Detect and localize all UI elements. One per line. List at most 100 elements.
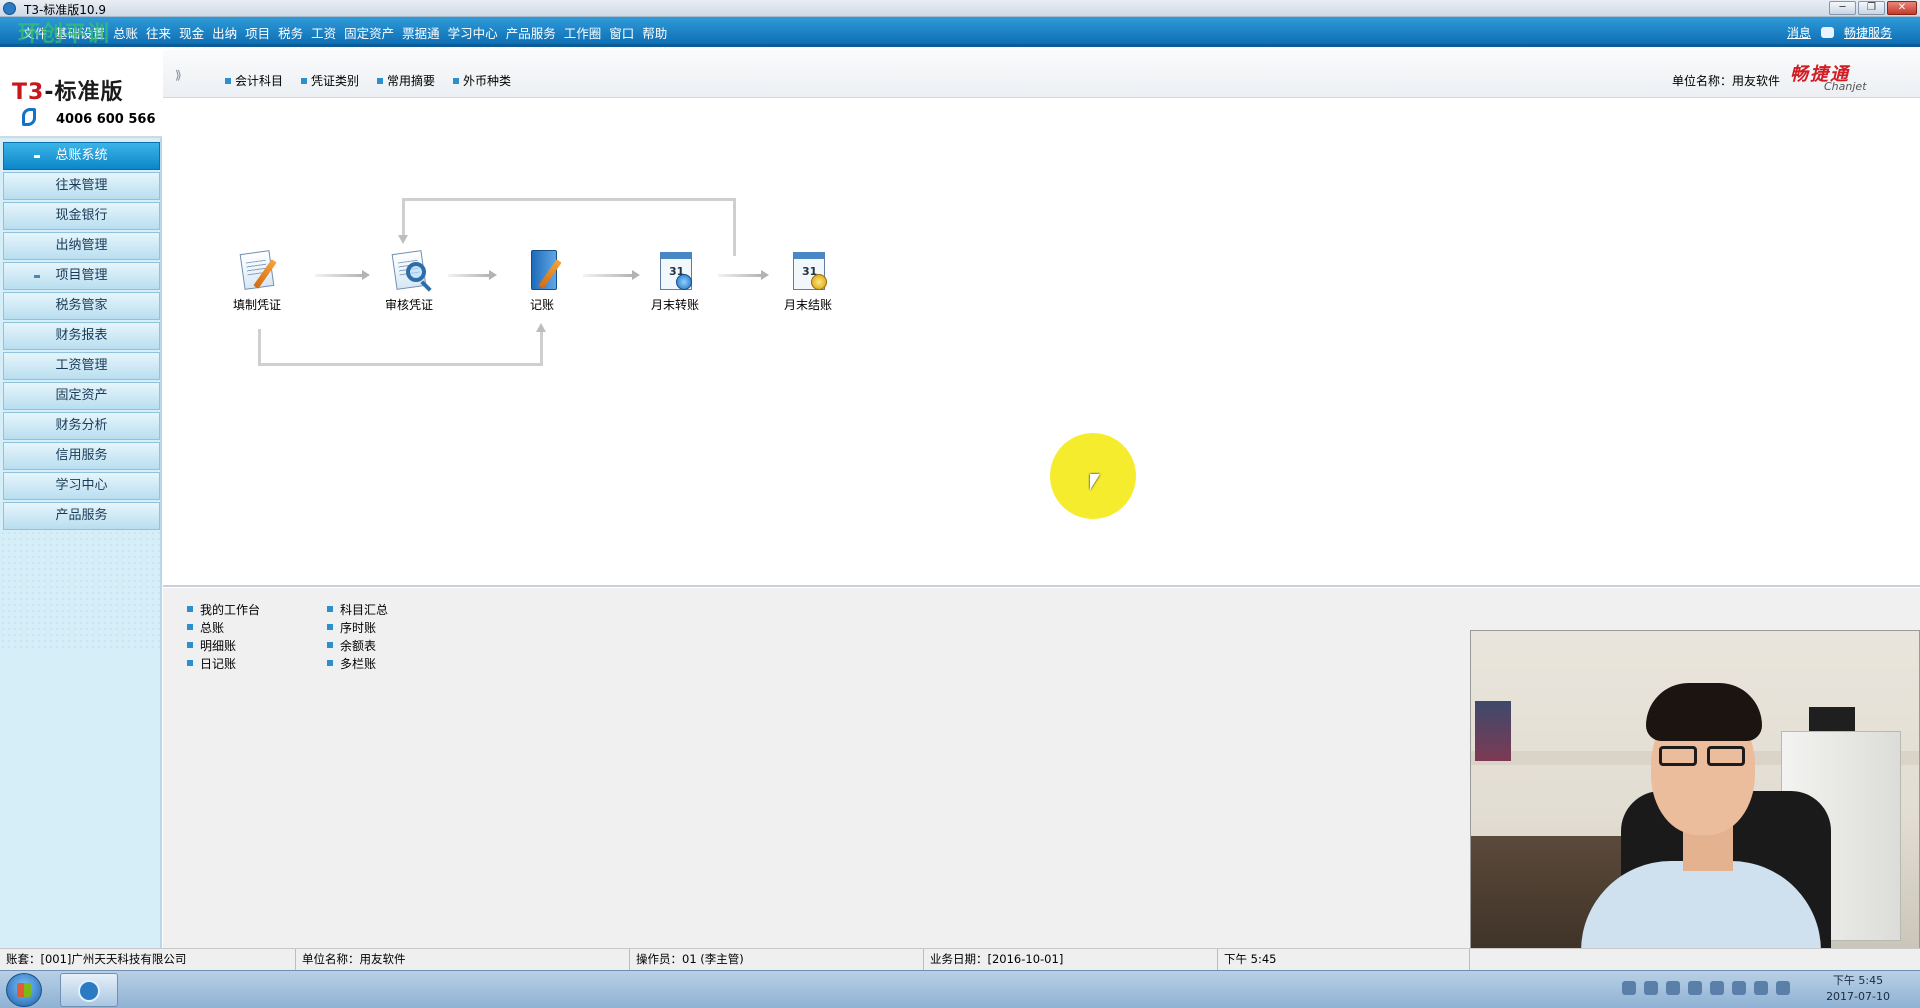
sidebar-item[interactable]: 往来管理	[3, 172, 160, 200]
sidebar-item-label: 固定资产	[55, 388, 108, 403]
menu-bar: 文件 基础设置 总账 往来 现金 出纳 项目 税务 工资 固定资产 票据通 学习中心 产品服务 工作圈 窗口…	[0, 17, 1920, 47]
status-business-date: 业务日期：[2016-10-01]	[924, 949, 1218, 971]
sidebar-item[interactable]: 出纳管理	[3, 232, 160, 260]
sync-icon[interactable]	[1688, 981, 1702, 995]
sidebar-item[interactable]: 学习中心	[3, 472, 160, 500]
workflow-area: 填制凭证 审核凭证 记账 月末转账 月末结账	[163, 99, 1920, 587]
quick-link[interactable]: 日记账	[187, 654, 260, 672]
sidebar-item[interactable]: 现金银行	[3, 202, 160, 230]
sidebar-item[interactable]: 产品服务	[3, 502, 160, 530]
quick-link[interactable]: 余额表	[327, 636, 388, 654]
menu-right-links: 消息 畅捷服务	[1787, 17, 1892, 47]
start-button[interactable]	[6, 973, 42, 1007]
status-operator: 操作员：01 (李主管)	[630, 949, 924, 971]
sidebar-item-label: 税务管家	[55, 298, 108, 313]
text-icon[interactable]	[1666, 981, 1680, 995]
menu-item[interactable]: 现金	[179, 23, 204, 42]
sidebar-item-label: 出纳管理	[55, 238, 108, 253]
menu-item[interactable]: 窗口	[609, 23, 634, 42]
phone-icon	[22, 108, 36, 126]
sidebar-item[interactable]: 信用服务	[3, 442, 160, 470]
menu-item[interactable]: 往来	[146, 23, 171, 42]
volume-icon[interactable]	[1776, 981, 1790, 995]
menu-item[interactable]: 固定资产	[344, 23, 394, 42]
webcam-overlay	[1470, 630, 1920, 970]
close-button[interactable]: ✕	[1887, 1, 1917, 15]
quick-link[interactable]: 明细账	[187, 636, 260, 654]
unit-name-label: 单位名称：用友软件	[1671, 74, 1780, 88]
sidebar-item-label: 项目管理	[55, 268, 108, 283]
toolbar-tool[interactable]: 凭证类别	[301, 72, 359, 89]
chanjet-service-link[interactable]: 畅捷服务	[1844, 24, 1892, 41]
device-icon[interactable]	[1732, 981, 1746, 995]
sidebar-item-label: 往来管理	[55, 178, 108, 193]
flow-node-month-end-transfer[interactable]: 月末转账	[630, 248, 720, 313]
quick-links-column-2: 科目汇总 序时账 余额表 多栏账	[327, 600, 388, 672]
quick-link[interactable]: 多栏账	[327, 654, 388, 672]
sidebar-pattern	[0, 530, 162, 650]
menu-item[interactable]: 总账	[113, 23, 138, 42]
connector-line	[402, 198, 405, 238]
quick-link[interactable]: 我的工作台	[187, 600, 260, 618]
restore-button[interactable]: ❐	[1858, 1, 1885, 15]
toolbar-tool[interactable]: 常用摘要	[377, 72, 435, 89]
minimize-button[interactable]: ─	[1829, 1, 1856, 15]
menu-item[interactable]: 出纳	[212, 23, 237, 42]
system-clock[interactable]: 下午 5:45 2017-07-10	[1826, 973, 1890, 1005]
bullet-icon	[327, 624, 333, 630]
toolbar-tool[interactable]: 会计科目	[225, 72, 283, 89]
menu-item[interactable]: 税务	[278, 23, 303, 42]
pen-icon[interactable]	[1644, 981, 1658, 995]
post-ledger-icon	[519, 248, 565, 294]
sidebar-item[interactable]: 税务管家	[3, 292, 160, 320]
review-voucher-icon	[386, 248, 432, 294]
os-taskbar: 下午 5:45 2017-07-10	[0, 970, 1920, 1008]
network-icon[interactable]	[1754, 981, 1768, 995]
menu-item[interactable]: 票据通	[402, 23, 440, 42]
taskbar-app-t3[interactable]	[60, 973, 118, 1007]
sidebar-item[interactable]: 财务报表	[3, 322, 160, 350]
quick-link[interactable]: 序时账	[327, 618, 388, 636]
sidebar-item[interactable]: 固定资产	[3, 382, 160, 410]
collapse-sidebar-icon[interactable]: ⟫	[175, 68, 182, 82]
sidebar-item[interactable]: 财务分析	[3, 412, 160, 440]
menu-item[interactable]: 学习中心	[448, 23, 498, 42]
connector-line	[402, 198, 733, 201]
menu-item[interactable]: 产品服务	[506, 23, 556, 42]
toolbar-tool[interactable]: 外币种类	[453, 72, 511, 89]
status-bar: 账套：[001]广州天天科技有限公司 单位名称：用友软件 操作员：01 (李主管…	[0, 948, 1920, 971]
bullet-icon	[187, 642, 193, 648]
module-toolbar: ⟫ 会计科目 凭证类别 常用摘要 外币种类 单位名称：用友软件 畅捷通 Chanjet	[163, 50, 1920, 98]
flow-node-post-ledger[interactable]: 记账	[497, 248, 587, 313]
flag-icon[interactable]	[1622, 981, 1636, 995]
flow-arrow	[583, 270, 640, 280]
glasses	[1659, 746, 1749, 766]
quick-link[interactable]: 总账	[187, 618, 260, 636]
flow-node-review-voucher[interactable]: 审核凭证	[364, 248, 454, 313]
left-sidebar: T3-标准版 4006 600 566 总账系统 往来管理 现金银行 出纳管理 项目管理…	[0, 50, 162, 948]
menu-item[interactable]: 工资	[311, 23, 336, 42]
flow-arrow	[718, 270, 769, 280]
sidebar-item[interactable]: 总账系统	[3, 142, 160, 170]
quick-link[interactable]: 科目汇总	[327, 600, 388, 618]
sidebar-item[interactable]: 工资管理	[3, 352, 160, 380]
fill-voucher-icon	[234, 248, 280, 294]
sidebar-item[interactable]: 项目管理	[3, 262, 160, 290]
sidebar-item-label: 现金银行	[55, 208, 108, 223]
connector-arrowhead	[398, 235, 408, 244]
tools-icon[interactable]	[1710, 981, 1724, 995]
flow-arrow	[448, 270, 497, 280]
menu-item[interactable]: 工作圈	[564, 23, 602, 42]
hotline-number: 4006 600 566	[56, 112, 156, 127]
mouse-cursor-icon	[1090, 474, 1100, 490]
menu-item[interactable]: 项目	[245, 23, 270, 42]
bullet-icon	[327, 606, 333, 612]
menu-item[interactable]: 帮助	[642, 23, 667, 42]
connector-arrowhead	[536, 323, 546, 332]
month-end-close-icon	[785, 248, 831, 294]
flow-node-month-end-close[interactable]: 月末结账	[763, 248, 853, 313]
flow-node-fill-voucher[interactable]: 填制凭证	[212, 248, 302, 313]
messages-link[interactable]: 消息	[1787, 24, 1811, 41]
sidebar-item-label: 财务分析	[55, 418, 108, 433]
menu-items: 文件 基础设置 总账 往来 现金 出纳 项目 税务 工资 固定资产 票据通 学习中心 产品服务 工作圈 窗口…	[22, 17, 675, 47]
